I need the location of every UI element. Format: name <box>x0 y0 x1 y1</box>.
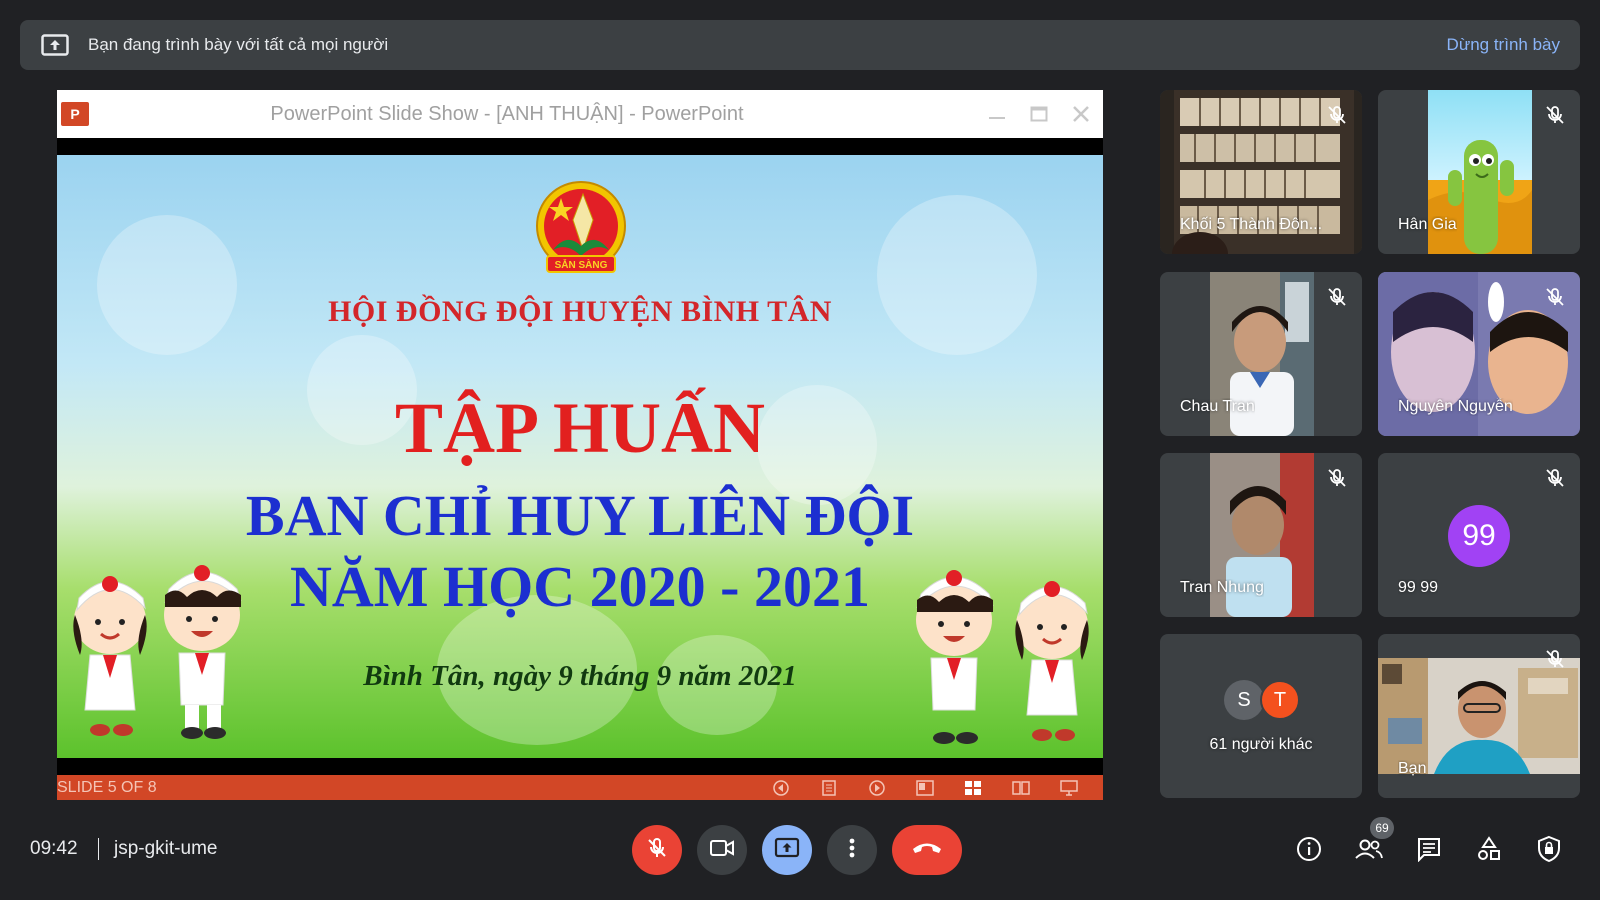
powerpoint-status-bar: SLIDE 5 OF 8 <box>57 775 1103 800</box>
presenting-status-text: Bạn đang trình bày với tất cả mọi người <box>88 35 389 54</box>
participant-name: Nguyên Nguyễn <box>1398 398 1513 415</box>
activities-icon[interactable] <box>1474 834 1504 864</box>
muted-mic-icon <box>1544 648 1566 670</box>
meeting-clock: 09:42 <box>30 838 78 859</box>
others-count-label: 61 người khác <box>1209 736 1313 753</box>
powerpoint-logo-icon: P <box>61 102 89 126</box>
muted-mic-icon <box>1544 104 1566 126</box>
participant-tile[interactable]: Hân Gia <box>1378 90 1580 254</box>
next-slide-icon[interactable] <box>867 779 887 797</box>
divider <box>98 838 99 860</box>
youth-union-emblem-icon: SẴN SÀNG <box>536 181 626 273</box>
participant-name: Chau Tran <box>1180 398 1255 415</box>
participant-tile[interactable]: Khối 5 Thành Đôn... <box>1160 90 1362 254</box>
muted-mic-icon <box>1326 467 1348 489</box>
presenting-banner: Bạn đang trình bày với tất cả mọi người … <box>20 20 1580 70</box>
slide-counter: SLIDE 5 OF 8 <box>57 778 157 796</box>
notes-icon[interactable] <box>819 779 839 797</box>
slide-subtitle: BAN CHỈ HUY LIÊN ĐỘI <box>245 483 915 548</box>
slide-main-title: TẬP HUẤN <box>394 388 766 468</box>
participant-name: 99 99 <box>1398 579 1439 596</box>
maximize-icon[interactable] <box>1027 102 1051 126</box>
participant-avatar: T <box>1260 680 1300 720</box>
close-icon[interactable] <box>1069 102 1093 126</box>
reading-view-icon[interactable] <box>1011 779 1031 797</box>
participant-avatar: S <box>1224 680 1264 720</box>
hang-up-icon <box>911 840 943 861</box>
participant-name: Hân Gia <box>1398 216 1457 233</box>
emblem-text: SẴN SÀNG <box>555 258 608 271</box>
participant-tile[interactable]: Nguyên Nguyễn <box>1378 272 1580 436</box>
muted-mic-icon <box>1544 286 1566 308</box>
people-icon[interactable] <box>1354 834 1384 864</box>
leave-call-button[interactable] <box>892 825 962 875</box>
participant-tile[interactable]: 99 99 99 <box>1378 453 1580 617</box>
camera-icon <box>709 838 735 863</box>
slide-content: SẴN SÀNG HỘI ĐỒNG ĐỘI HUYỆN BÌNH TÂN TẬP… <box>57 155 1103 758</box>
present-screen-icon <box>40 33 70 57</box>
others-tile[interactable]: S T 61 người khác <box>1160 634 1362 798</box>
muted-mic-icon <box>1326 104 1348 126</box>
slide-org-title: HỘI ĐỒNG ĐỘI HUYỆN BÌNH TÂN <box>328 295 832 328</box>
participant-name: Bạn <box>1398 760 1427 777</box>
participant-tile[interactable]: Tran Nhung <box>1160 453 1362 617</box>
participant-name: Tran Nhung <box>1180 579 1264 596</box>
minimize-icon[interactable] <box>985 102 1009 126</box>
present-screen-icon <box>774 837 800 864</box>
muted-mic-icon <box>1326 286 1348 308</box>
meeting-code: jsp-gkit-ume <box>114 838 218 859</box>
more-options-button[interactable] <box>827 825 877 875</box>
cartoon-kids-right-icon <box>916 570 1089 744</box>
present-now-button[interactable] <box>762 825 812 875</box>
participant-avatar: 99 <box>1448 505 1510 567</box>
powerpoint-titlebar: P PowerPoint Slide Show - [ANH THUẬN] - … <box>57 90 1103 138</box>
self-tile[interactable]: Bạn <box>1378 634 1580 798</box>
self-video <box>1378 658 1580 774</box>
previous-slide-icon[interactable] <box>771 779 791 797</box>
participant-tile[interactable]: Chau Tran <box>1160 272 1362 436</box>
camera-toggle-button[interactable] <box>697 825 747 875</box>
stop-presenting-button[interactable]: Dừng trình bày <box>1447 35 1560 55</box>
mic-off-icon <box>645 836 669 865</box>
muted-mic-icon <box>1544 467 1566 489</box>
slide-sorter-icon[interactable] <box>963 779 983 797</box>
cartoon-kids-left-icon <box>73 565 242 739</box>
mic-toggle-button[interactable] <box>632 825 682 875</box>
meeting-details-icon[interactable] <box>1294 834 1324 864</box>
normal-view-icon[interactable] <box>915 779 935 797</box>
more-vert-icon <box>848 837 856 864</box>
participant-name: Khối 5 Thành Đôn... <box>1180 216 1323 233</box>
slideshow-view-icon[interactable] <box>1059 779 1079 797</box>
chat-icon[interactable] <box>1414 834 1444 864</box>
presentation-area: P PowerPoint Slide Show - [ANH THUẬN] - … <box>57 90 1103 800</box>
powerpoint-window-title: PowerPoint Slide Show - [ANH THUẬN] - Po… <box>270 102 744 125</box>
host-controls-icon[interactable] <box>1534 834 1564 864</box>
